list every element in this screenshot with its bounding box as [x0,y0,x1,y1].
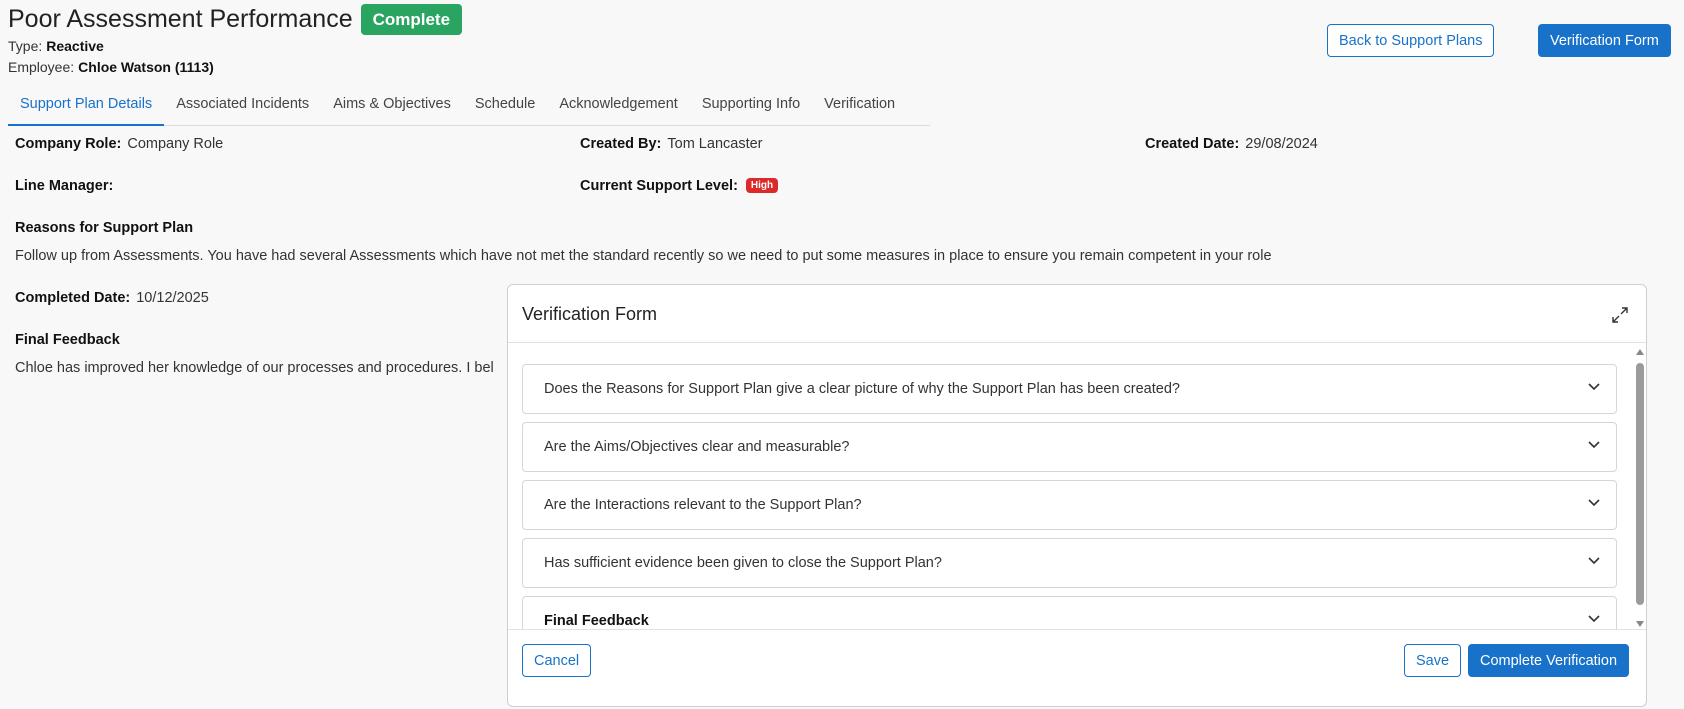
final-feedback-heading: Final Feedback [15,332,120,348]
chevron-down-icon[interactable] [1586,553,1602,569]
tab-schedule[interactable]: Schedule [463,84,547,126]
accordion-item[interactable]: Are the Interactions relevant to the Sup… [522,480,1617,530]
completed-date-value: 10/12/2025 [136,290,209,306]
tab-support-plan-details[interactable]: Support Plan Details [8,84,165,126]
completed-date-label: Completed Date: [15,290,131,306]
created-by-value: Tom Lancaster [667,136,763,152]
tab-bar: Support Plan Details Associated Incident… [8,84,930,126]
accordion-item[interactable]: Has sufficient evidence been given to cl… [522,538,1617,588]
modal-body: Does the Reasons for Support Plan give a… [508,343,1646,629]
created-by-label: Created By: [580,136,662,152]
page-title: Poor Assessment Performance [8,5,353,33]
type-label: Type: [8,38,43,54]
scroll-up-arrow-icon[interactable] [1636,349,1644,355]
accordion-question-label: Does the Reasons for Support Plan give a… [544,381,1180,397]
verification-form-modal: Verification Form Does the Reasons for S… [507,284,1647,707]
expand-icon[interactable] [1610,305,1630,325]
support-level-field: Current Support Level: High [580,178,779,194]
support-level-label: Current Support Level: [580,178,738,194]
accordion-question-label: Has sufficient evidence been given to cl… [544,555,942,571]
employee-label: Employee: [8,59,75,75]
accordion-question-label: Are the Interactions relevant to the Sup… [544,497,862,513]
employee-line: Employee: Chloe Watson (1113) [8,59,214,75]
back-to-support-plans-button[interactable]: Back to Support Plans [1327,24,1495,57]
cancel-button[interactable]: Cancel [522,644,592,677]
verification-form-button[interactable]: Verification Form [1538,24,1671,57]
chevron-down-icon[interactable] [1586,379,1602,395]
line-manager-field: Line Manager: [15,178,119,194]
type-line: Type: Reactive [8,38,104,54]
line-manager-label: Line Manager: [15,178,114,194]
scroll-thumb[interactable] [1636,363,1644,605]
modal-footer: Cancel Save Complete Verification [508,629,1646,706]
scroll-down-arrow-icon[interactable] [1636,621,1644,627]
type-value: Reactive [46,38,104,54]
chevron-down-icon[interactable] [1586,611,1602,627]
tab-supporting-info[interactable]: Supporting Info [690,84,812,126]
created-date-label: Created Date: [1145,136,1240,152]
title-row: Poor Assessment Performance Complete [8,4,463,35]
final-feedback-text: Chloe has improved her knowledge of our … [15,360,494,376]
employee-value: Chloe Watson (1113) [78,59,214,75]
tab-associated-incidents[interactable]: Associated Incidents [164,84,321,126]
company-role-label: Company Role: [15,136,122,152]
modal-title: Verification Form [522,304,658,324]
accordion-item[interactable]: Does the Reasons for Support Plan give a… [522,364,1617,414]
company-role-field: Company Role: Company Role [15,136,223,152]
save-button[interactable]: Save [1404,644,1462,677]
accordion-item[interactable]: Final Feedback [522,596,1617,629]
tab-verification[interactable]: Verification [812,84,907,126]
tab-acknowledgement[interactable]: Acknowledgement [547,84,690,126]
created-date-field: Created Date: 29/08/2024 [1145,136,1318,152]
created-by-field: Created By: Tom Lancaster [580,136,763,152]
modal-header: Verification Form [508,285,1646,343]
reasons-text: Follow up from Assessments. You have had… [15,248,1272,264]
created-date-value: 29/08/2024 [1245,136,1318,152]
company-role-value: Company Role [127,136,224,152]
tab-aims-objectives[interactable]: Aims & Objectives [321,84,463,126]
chevron-down-icon[interactable] [1586,437,1602,453]
accordion-item[interactable]: Are the Aims/Objectives clear and measur… [522,422,1617,472]
reasons-heading: Reasons for Support Plan [15,220,194,236]
accordion-question-label: Are the Aims/Objectives clear and measur… [544,439,850,455]
status-badge: Complete [360,4,463,35]
complete-verification-button[interactable]: Complete Verification [1468,644,1630,677]
accordion-final-feedback-label: Final Feedback [544,613,649,629]
support-level-badge: High [745,178,779,193]
modal-scrollbar[interactable] [1634,349,1646,627]
page: Poor Assessment Performance Complete Typ… [0,0,1684,709]
completed-date-field: Completed Date: 10/12/2025 [15,290,209,306]
chevron-down-icon[interactable] [1586,495,1602,511]
